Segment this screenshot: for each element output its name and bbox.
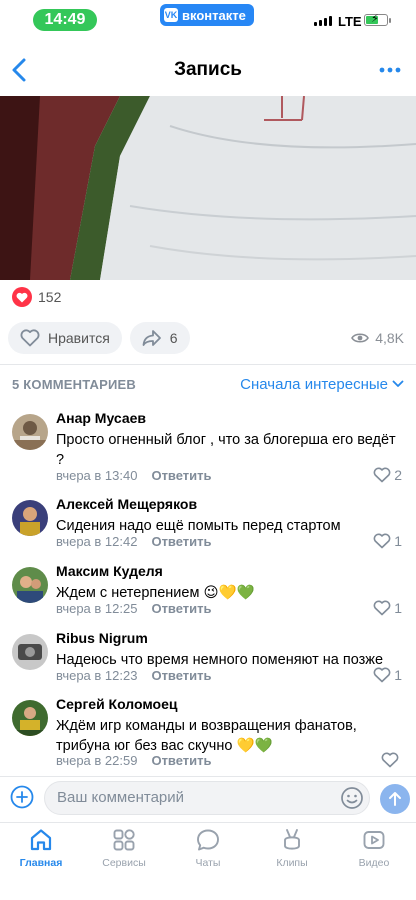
- home-icon: [30, 829, 52, 851]
- comment-text: Просто огненный блог , что за блогерша е…: [56, 432, 396, 468]
- avatar[interactable]: [12, 634, 48, 670]
- video-icon: [363, 831, 385, 849]
- like-button[interactable]: Нравится: [8, 322, 122, 354]
- sort-label: Сначала интересные: [240, 375, 388, 393]
- tab-chats[interactable]: Чаты: [168, 827, 248, 869]
- avatar[interactable]: [12, 567, 48, 603]
- post-photo[interactable]: [0, 96, 416, 280]
- comment-author[interactable]: Анар Мусаев: [56, 410, 146, 426]
- comment-like-count: 1: [394, 600, 402, 616]
- eye-icon: [351, 333, 370, 343]
- heart-outline-icon: [373, 467, 391, 483]
- heart-outline-icon: [373, 600, 391, 616]
- send-arrow-icon: [389, 792, 401, 806]
- comment-like-button[interactable]: 1: [373, 600, 402, 616]
- vk-app-label: вконтакте: [182, 7, 246, 23]
- comment-like-count: 2: [394, 467, 402, 483]
- tab-label: Сервисы: [102, 857, 146, 869]
- comment-input-bar: Ваш комментарий: [0, 776, 416, 820]
- vk-logo-icon: VK: [164, 8, 178, 22]
- comment-text: Сидения надо ещё помыть перед стартом: [56, 518, 341, 534]
- avatar[interactable]: [12, 500, 48, 536]
- comment-text: Надеюсь что время немного поменяют на по…: [56, 652, 384, 668]
- comment-like-button[interactable]: [381, 752, 402, 768]
- vk-app-pill[interactable]: VK вконтакте: [160, 4, 254, 26]
- comment-like-button[interactable]: 1: [373, 533, 402, 549]
- comment-text: Ждём игр команды и возвращения фанатов, …: [56, 718, 357, 754]
- comments-count: 5 КОММЕНТАРИЕВ: [12, 376, 136, 392]
- comment-text: Ждем с нетерпением 😉💛💚: [56, 585, 255, 601]
- comment-like-count: 1: [394, 667, 402, 683]
- views-count: 4,8K: [375, 330, 404, 346]
- heart-outline-icon: [20, 329, 40, 347]
- tab-label: Чаты: [195, 857, 221, 869]
- page-title: Запись: [174, 59, 242, 80]
- comment-like-button[interactable]: 1: [373, 667, 402, 683]
- comment-input[interactable]: Ваш комментарий: [44, 781, 370, 815]
- status-bar: 14:49 VK вконтакте LTE ⚡: [0, 0, 416, 40]
- tab-label: Видео: [358, 857, 390, 869]
- sort-dropdown[interactable]: Сначала интересные: [240, 376, 404, 393]
- comment-author[interactable]: Ribus Nigrum: [56, 630, 148, 646]
- comment-meta: вчера в 22:59 Ответить: [56, 753, 212, 768]
- top-nav: Запись: [0, 48, 416, 92]
- heart-outline-icon: [373, 667, 391, 683]
- clips-icon: [284, 829, 300, 850]
- avatar[interactable]: [12, 414, 48, 450]
- charging-bolt-icon: ⚡: [371, 13, 379, 25]
- like-label: Нравится: [48, 330, 110, 346]
- comment-author[interactable]: Сергей Коломоец: [56, 696, 178, 712]
- reply-button[interactable]: Ответить: [151, 601, 211, 616]
- share-arrow-icon: [142, 330, 161, 346]
- reply-button[interactable]: Ответить: [151, 468, 211, 483]
- comment-time: вчера в 22:59: [56, 753, 138, 768]
- comment-time: вчера в 12:25: [56, 601, 138, 616]
- emoji-icon[interactable]: [340, 786, 364, 810]
- reply-button[interactable]: Ответить: [151, 668, 211, 683]
- comment-meta: вчера в 12:25 Ответить: [56, 601, 212, 616]
- comment-like-count: 1: [394, 533, 402, 549]
- tab-home[interactable]: Главная: [1, 827, 81, 869]
- network-type: LTE: [338, 14, 362, 29]
- comment-meta: вчера в 12:42 Ответить: [56, 534, 212, 549]
- heart-outline-icon: [381, 752, 399, 768]
- services-icon: [113, 829, 135, 851]
- send-button[interactable]: [380, 784, 410, 814]
- share-count: 6: [169, 330, 178, 346]
- reply-button[interactable]: Ответить: [151, 753, 211, 768]
- comment-meta: вчера в 12:23 Ответить: [56, 668, 212, 683]
- comment-like-button[interactable]: 2: [373, 467, 402, 483]
- reaction-count: 152: [38, 289, 62, 305]
- tab-label: Клипы: [276, 857, 308, 869]
- comment-author[interactable]: Максим Куделя: [56, 563, 163, 579]
- add-attachment-icon[interactable]: [10, 785, 34, 809]
- reactions-summary[interactable]: 152: [12, 287, 61, 307]
- more-options-icon[interactable]: [376, 62, 404, 78]
- chevron-down-icon: [392, 380, 404, 387]
- divider: [0, 364, 416, 365]
- comments-header: 5 КОММЕНТАРИЕВ Сначала интересные: [12, 374, 404, 394]
- share-button[interactable]: 6: [129, 322, 190, 354]
- tab-video[interactable]: Видео: [334, 827, 414, 869]
- comment-author[interactable]: Алексей Мещеряков: [56, 496, 197, 512]
- comment-time: вчера в 13:40: [56, 468, 138, 483]
- cellular-signal-icon: [314, 16, 332, 26]
- chat-icon: [197, 829, 219, 851]
- comment-meta: вчера в 13:40 Ответить: [56, 468, 212, 483]
- comment-time: вчера в 12:23: [56, 668, 138, 683]
- status-time: 14:49: [33, 9, 97, 31]
- heart-outline-icon: [373, 533, 391, 549]
- avatar[interactable]: [12, 700, 48, 736]
- comment-time: вчера в 12:42: [56, 534, 138, 549]
- tab-label: Главная: [19, 857, 63, 869]
- reply-button[interactable]: Ответить: [151, 534, 211, 549]
- post-actions: Нравится 6 4,8K: [8, 322, 408, 354]
- tab-services[interactable]: Сервисы: [84, 827, 164, 869]
- post-photo-image: [0, 96, 416, 280]
- tab-clips[interactable]: Клипы: [252, 827, 332, 869]
- battery-cap: [389, 18, 391, 23]
- tab-bar: Главная Сервисы Чаты Клипы Видео: [0, 822, 416, 900]
- heart-reaction-icon: [12, 287, 32, 307]
- views-counter: 4,8K: [351, 330, 408, 346]
